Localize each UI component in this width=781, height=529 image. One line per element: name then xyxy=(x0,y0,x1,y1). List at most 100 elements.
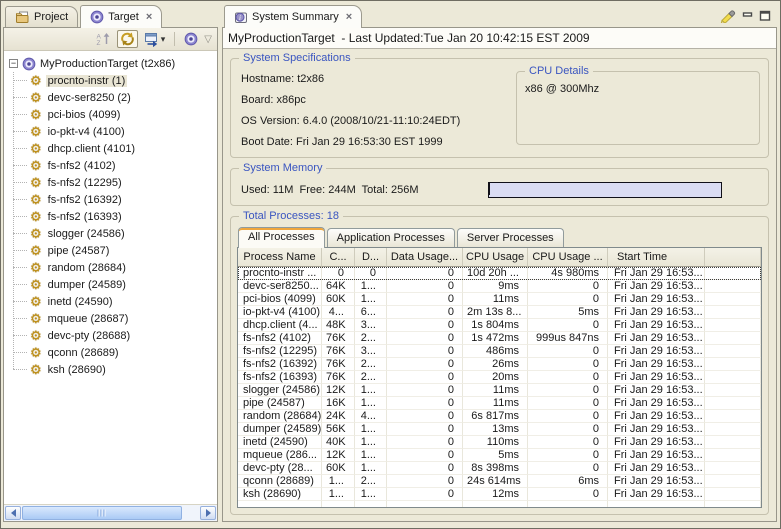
table-row[interactable]: qconn (28689) 1... 2... 0 24s 614ms 6ms … xyxy=(238,475,761,488)
tree-item[interactable]: ⚙ fs-nfs2 (16392) xyxy=(4,191,217,208)
process-gear-icon: ⚙ xyxy=(30,125,42,138)
horizontal-scrollbar[interactable] xyxy=(4,504,217,521)
column-header-start-time[interactable]: Start Time xyxy=(608,248,705,267)
cell-process-name: io-pkt-v4 (4100) xyxy=(238,306,322,319)
cell-code-usage: 16K xyxy=(322,397,355,410)
collapse-expander-icon[interactable]: − xyxy=(9,59,18,68)
target-tool-button[interactable] xyxy=(181,30,201,48)
cell-cpu-usage: 1s 472ms xyxy=(463,332,528,345)
tab-project[interactable]: Project xyxy=(5,6,78,27)
table-row[interactable]: fs-nfs2 (12295) 76K 3... 0 486ms 0 Fri J… xyxy=(238,345,761,358)
cell-data-usage-short: 0 xyxy=(355,267,387,280)
cell-process-name: random (28684) xyxy=(238,410,322,423)
cell-start-time: Fri Jan 29 16:53... xyxy=(608,280,705,293)
table-row[interactable]: io-pkt-v4 (4100) 4... 6... 0 2m 13s 8...… xyxy=(238,306,761,319)
scroll-right-button[interactable] xyxy=(200,506,216,520)
view-menu-icon[interactable]: ▽ xyxy=(204,34,212,45)
tree-item[interactable]: ⚙ pipe (24587) xyxy=(4,242,217,259)
tree-item[interactable]: ⚙ io-pkt-v4 (4100) xyxy=(4,123,217,140)
tree-item[interactable]: ⚙ qconn (28689) xyxy=(4,344,217,361)
tree-item[interactable]: ⚙ dumper (24589) xyxy=(4,276,217,293)
cell-cpu-usage-2: 0 xyxy=(528,436,608,449)
sort-az-button[interactable]: A Z xyxy=(92,30,114,48)
tree-item[interactable]: ⚙ dhcp.client (4101) xyxy=(4,140,217,157)
close-icon[interactable]: × xyxy=(146,11,152,23)
table-row[interactable]: fs-nfs2 (16392) 76K 2... 0 26ms 0 Fri Ja… xyxy=(238,358,761,371)
cell-data-usage: 0 xyxy=(387,397,463,410)
cell-blank xyxy=(705,449,761,462)
column-header-code-usage[interactable]: C... xyxy=(322,248,355,267)
cell-start-time: Fri Jan 29 16:53... xyxy=(608,488,705,501)
minimize-button[interactable] xyxy=(742,10,754,21)
tab-system-summary[interactable]: i System Summary × xyxy=(224,5,362,28)
cell-data-usage: 0 xyxy=(387,436,463,449)
cell-code-usage: 0 xyxy=(322,267,355,280)
maximize-button[interactable] xyxy=(759,10,771,21)
table-row[interactable]: mqueue (286... 12K 1... 0 5ms 0 Fri Jan … xyxy=(238,449,761,462)
new-target-connection-button[interactable]: ▾ xyxy=(141,30,169,49)
close-icon[interactable]: × xyxy=(346,11,352,23)
cell-cpu-usage-2: 0 xyxy=(528,423,608,436)
tree-root-item[interactable]: − MyProductionTarget (t2x86) xyxy=(4,55,217,72)
cell-data-usage-short: 3... xyxy=(355,345,387,358)
column-header-data-usage-short[interactable]: D... xyxy=(355,248,387,267)
scrollbar-track[interactable] xyxy=(182,505,199,521)
tree-item[interactable]: ⚙ mqueue (28687) xyxy=(4,310,217,327)
cell-data-usage: 0 xyxy=(387,410,463,423)
table-row[interactable]: dhcp.client (4... 48K 3... 0 1s 804ms 0 … xyxy=(238,319,761,332)
dropdown-caret-icon[interactable]: ▾ xyxy=(161,34,166,45)
table-row[interactable]: pipe (24587) 16K 1... 0 11ms 0 Fri Jan 2… xyxy=(238,397,761,410)
tree-item[interactable]: ⚙ random (28684) xyxy=(4,259,217,276)
process-gear-icon: ⚙ xyxy=(30,346,42,359)
scroll-left-button[interactable] xyxy=(5,506,21,520)
cell-data-usage: 0 xyxy=(387,423,463,436)
tree-item[interactable]: ⚙ devc-pty (28688) xyxy=(4,327,217,344)
scrollbar-thumb[interactable] xyxy=(22,506,182,520)
cell-cpu-usage: 1s 804ms xyxy=(463,319,528,332)
memory-bar-fill xyxy=(489,183,490,195)
tree-item[interactable]: ⚙ fs-nfs2 (16393) xyxy=(4,208,217,225)
column-header-cpu-usage[interactable]: CPU Usage xyxy=(463,248,528,267)
system-summary-icon: i xyxy=(234,11,248,24)
column-header-process-name[interactable]: Process Name xyxy=(238,248,322,267)
tree-item[interactable]: ⚙ slogger (24586) xyxy=(4,225,217,242)
cell-cpu-usage-2: 0 xyxy=(528,462,608,475)
process-tab[interactable]: All Processes xyxy=(238,227,325,248)
table-row[interactable]: pci-bios (4099) 60K 1... 0 11ms 0 Fri Ja… xyxy=(238,293,761,306)
column-header-data-usage[interactable]: Data Usage... xyxy=(387,248,463,267)
cell-blank xyxy=(705,319,761,332)
tree-item[interactable]: ⚙ fs-nfs2 (12295) xyxy=(4,174,217,191)
tree-item[interactable]: ⚙ fs-nfs2 (4102) xyxy=(4,157,217,174)
tree-item[interactable]: ⚙ procnto-instr (1) xyxy=(4,72,217,89)
column-header-cpu-usage-2[interactable]: CPU Usage ... xyxy=(528,248,608,267)
log-highlight-button[interactable] xyxy=(720,8,737,23)
tree-item-label: procnto-instr (1) xyxy=(46,75,128,87)
table-row[interactable]: fs-nfs2 (16393) 76K 2... 0 20ms 0 Fri Ja… xyxy=(238,371,761,384)
table-row[interactable]: random (28684) 24K 4... 0 6s 817ms 0 Fri… xyxy=(238,410,761,423)
tree-item[interactable]: ⚙ ksh (28690) xyxy=(4,361,217,378)
cell-blank xyxy=(705,345,761,358)
process-table: Process Name C... D... Data Usage... CPU… xyxy=(238,248,761,508)
table-row[interactable]: ksh (28690) 1... 1... 0 12ms 0 Fri Jan 2… xyxy=(238,488,761,501)
tree-item[interactable]: ⚙ devc-ser8250 (2) xyxy=(4,89,217,106)
process-tab[interactable]: Server Processes xyxy=(457,228,564,247)
process-tab[interactable]: Application Processes xyxy=(327,228,455,247)
table-row[interactable] xyxy=(238,501,761,508)
table-row[interactable]: devc-ser8250... 64K 1... 0 9ms 0 Fri Jan… xyxy=(238,280,761,293)
table-row[interactable]: fs-nfs2 (4102) 76K 2... 0 1s 472ms 999us… xyxy=(238,332,761,345)
tree-item[interactable]: ⚙ pci-bios (4099) xyxy=(4,106,217,123)
tree-item[interactable]: ⚙ inetd (24590) xyxy=(4,293,217,310)
table-row[interactable]: procnto-instr ... 0 0 0 10d 20h ... 4s 9… xyxy=(238,267,761,280)
table-row[interactable]: slogger (24586) 12K 1... 0 11ms 0 Fri Ja… xyxy=(238,384,761,397)
table-row[interactable]: inetd (24590) 40K 1... 0 110ms 0 Fri Jan… xyxy=(238,436,761,449)
tree-item-label: devc-pty (28688) xyxy=(46,330,133,342)
cell-data-usage: 0 xyxy=(387,371,463,384)
table-row[interactable]: devc-pty (28... 60K 1... 0 8s 398ms 0 Fr… xyxy=(238,462,761,475)
cell-start-time: Fri Jan 29 16:53... xyxy=(608,306,705,319)
process-gear-icon: ⚙ xyxy=(30,210,42,223)
table-row[interactable]: dumper (24589) 56K 1... 0 13ms 0 Fri Jan… xyxy=(238,423,761,436)
tab-target[interactable]: Target × xyxy=(80,5,162,28)
cell-cpu-usage-2: 0 xyxy=(528,319,608,332)
refresh-button[interactable] xyxy=(117,30,138,48)
process-gear-icon: ⚙ xyxy=(30,295,42,308)
